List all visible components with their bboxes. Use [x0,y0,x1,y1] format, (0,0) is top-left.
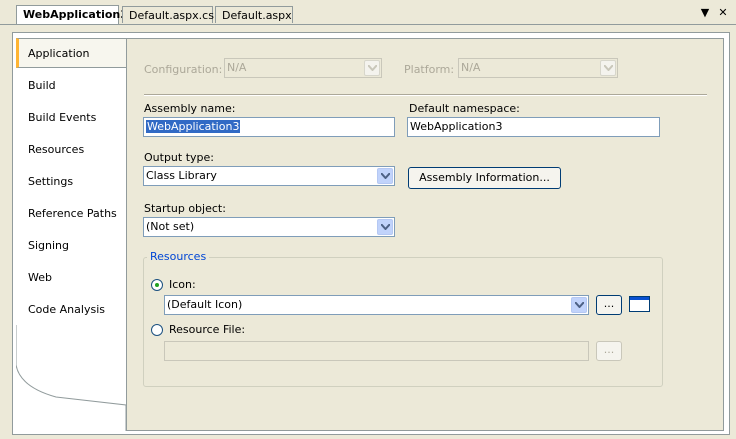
tab-panel-curve [16,325,127,431]
tab-resources[interactable]: Resources [16,135,126,165]
tab-signing[interactable]: Signing [16,231,126,261]
doc-tab-default-aspx[interactable]: Default.aspx [215,6,293,23]
tab-application[interactable]: Application [16,38,128,68]
startup-object-value: (Not set) [146,220,195,233]
tab-settings[interactable]: Settings [16,167,126,197]
chevron-down-icon [364,60,380,76]
tab-build-events[interactable]: Build Events [16,103,126,133]
configuration-label: Configuration: [144,63,223,76]
tab-build[interactable]: Build [16,71,126,101]
assembly-name-label: Assembly name: [144,102,236,115]
close-document-icon[interactable]: ✕ [716,6,730,20]
window-list-dropdown-icon[interactable]: ▼ [698,6,712,20]
application-page: Configuration: N/A Platform: N/A Assembl… [126,38,724,431]
default-namespace-input[interactable]: WebApplication3 [407,117,660,137]
assembly-name-value: WebApplication3 [146,120,241,133]
resource-file-input[interactable] [164,341,589,361]
resources-group-title: Resources [147,250,210,263]
tab-web[interactable]: Web [16,263,126,293]
resource-file-label: Resource File: [169,323,246,336]
document-tab-strip: WebApplication3 Default.aspx.cs Default.… [0,0,736,25]
property-page-tabs: Application Build Build Events Resources… [16,38,128,431]
radio-selected-dot [155,283,159,287]
configuration-value: N/A [227,61,247,74]
window-icon [630,297,649,300]
icon-browse-button[interactable]: ... [596,295,622,315]
resource-file-radio[interactable] [151,324,163,336]
configuration-dropdown[interactable]: N/A [224,58,382,78]
platform-label: Platform: [404,63,455,76]
resource-file-browse-button[interactable]: ... [596,341,622,361]
icon-radio[interactable] [151,279,163,291]
output-type-value: Class Library [146,169,217,182]
chevron-down-icon[interactable] [377,168,393,184]
tab-code-analysis[interactable]: Code Analysis [16,295,126,325]
tab-reference-paths[interactable]: Reference Paths [16,199,126,229]
platform-dropdown[interactable]: N/A [458,58,618,78]
assembly-name-input[interactable]: WebApplication3 [143,117,395,137]
doc-tab-default-aspx-cs[interactable]: Default.aspx.cs [122,6,214,23]
icon-value: (Default Icon) [167,298,243,311]
output-type-label: Output type: [144,151,214,164]
assembly-information-button[interactable]: Assembly Information... [408,167,561,189]
icon-dropdown[interactable]: (Default Icon) [164,295,589,315]
doc-tab-webapplication3[interactable]: WebApplication3 [16,5,128,24]
platform-value: N/A [461,61,481,74]
icon-label: Icon: [169,278,196,291]
icon-preview [629,296,650,312]
chevron-down-icon[interactable] [377,219,393,235]
output-type-dropdown[interactable]: Class Library [143,166,395,186]
chevron-down-icon [600,60,616,76]
default-namespace-value: WebApplication3 [410,120,503,133]
startup-object-dropdown[interactable]: (Not set) [143,217,395,237]
divider [144,94,707,96]
resources-group [143,257,663,387]
startup-object-label: Startup object: [144,202,226,215]
default-namespace-label: Default namespace: [409,102,520,115]
chevron-down-icon[interactable] [571,297,587,313]
